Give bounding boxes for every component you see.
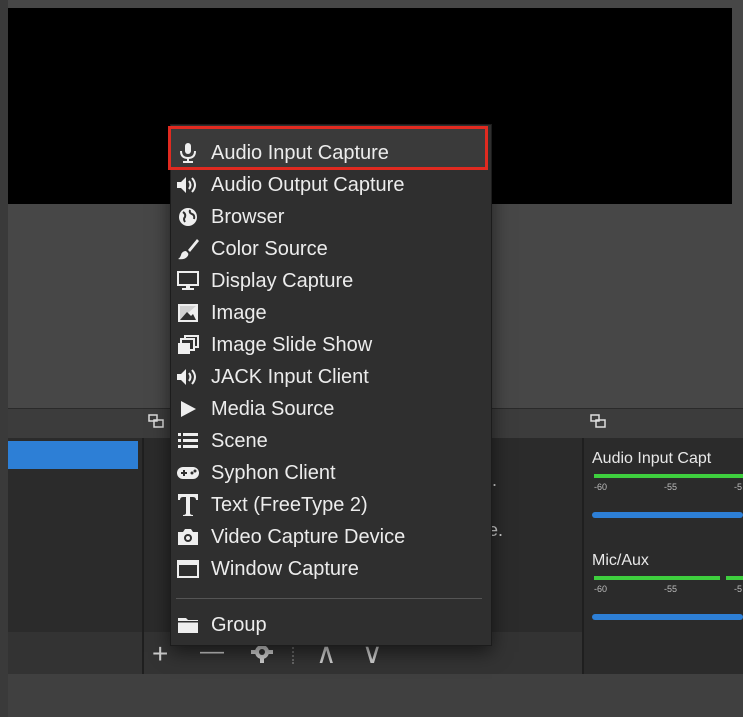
camera-icon — [175, 525, 201, 549]
menu-item-browser[interactable]: Browser — [171, 201, 489, 233]
menu-item-scene[interactable]: Scene — [171, 425, 489, 457]
brush-icon — [175, 237, 201, 261]
menu-item-audio-input-capture[interactable]: Audio Input Capture — [171, 137, 489, 169]
dock-float-icon[interactable] — [148, 414, 164, 428]
scenes-toolbar — [8, 632, 142, 674]
menu-item-label: Image Slide Show — [211, 333, 373, 356]
menu-item-label: Audio Input Capture — [211, 141, 389, 164]
menu-item-label: JACK Input Client — [211, 365, 369, 388]
mixer-dock-float-icon[interactable] — [590, 414, 606, 428]
status-bar — [8, 674, 743, 717]
text-icon — [175, 493, 201, 517]
window-icon — [175, 557, 201, 581]
slideshow-icon — [175, 333, 201, 357]
menu-item-window-capture[interactable]: Window Capture — [171, 553, 489, 585]
menu-item-label: Browser — [211, 205, 285, 228]
menu-item-label: Video Capture Device — [211, 525, 406, 548]
menu-item-label: Window Capture — [211, 557, 359, 580]
menu-item-text-freetype-2[interactable]: Text (FreeType 2) — [171, 489, 489, 521]
menu-item-label: Display Capture — [211, 269, 354, 292]
menu-item-image-slide-show[interactable]: Image Slide Show — [171, 329, 489, 361]
globe-icon — [175, 205, 201, 229]
monitor-icon — [175, 269, 201, 293]
menu-item-video-capture-device[interactable]: Video Capture Device — [171, 521, 489, 553]
menu-item-jack-input-client[interactable]: JACK Input Client — [171, 361, 489, 393]
meter-tick: -5 — [734, 482, 743, 492]
play-icon — [175, 397, 201, 421]
menu-item-label: Text (FreeType 2) — [211, 493, 368, 516]
toolbar-divider — [292, 644, 296, 664]
meter-tick: -55 — [664, 584, 678, 594]
menu-item-label: Audio Output Capture — [211, 173, 405, 196]
meter-tick: -55 — [664, 482, 678, 492]
menu-item-media-source[interactable]: Media Source — [171, 393, 489, 425]
meter-tick: -5 — [734, 584, 743, 594]
add-source-button[interactable]: + — [152, 640, 168, 668]
menu-item-group[interactable]: Group — [171, 609, 489, 641]
menu-separator — [176, 598, 482, 599]
speaker-icon — [175, 173, 201, 197]
volume-slider[interactable] — [592, 614, 743, 620]
menu-item-label: Color Source — [211, 237, 328, 260]
menu-item-color-source[interactable]: Color Source — [171, 233, 489, 265]
scene-list-item-selected[interactable] — [8, 441, 138, 469]
folder-icon — [175, 613, 201, 637]
speaker-icon — [175, 365, 201, 389]
menu-item-image[interactable]: Image — [171, 297, 489, 329]
image-icon — [175, 301, 201, 325]
volume-meter — [726, 576, 743, 580]
volume-meter — [594, 474, 743, 478]
volume-meter — [594, 576, 720, 580]
microphone-icon — [175, 141, 201, 165]
menu-item-display-capture[interactable]: Display Capture — [171, 265, 489, 297]
menu-item-label: Group — [211, 613, 267, 636]
gamepad-icon — [175, 461, 201, 485]
list-icon — [175, 429, 201, 453]
menu-item-label: Image — [211, 301, 267, 324]
menu-item-audio-output-capture[interactable]: Audio Output Capture — [171, 169, 489, 201]
mixer-channel-name: Audio Input Capt — [592, 450, 712, 467]
menu-item-syphon-client[interactable]: Syphon Client — [171, 457, 489, 489]
menu-item-label: Media Source — [211, 397, 335, 420]
sources-hint-text: . — [492, 470, 498, 490]
menu-item-label: Syphon Client — [211, 461, 336, 484]
meter-tick: -60 — [594, 482, 608, 492]
meter-tick: -60 — [594, 584, 608, 594]
menu-item-label: Scene — [211, 429, 268, 452]
volume-slider[interactable] — [592, 512, 743, 518]
mixer-channel-name: Mic/Aux — [592, 552, 649, 569]
